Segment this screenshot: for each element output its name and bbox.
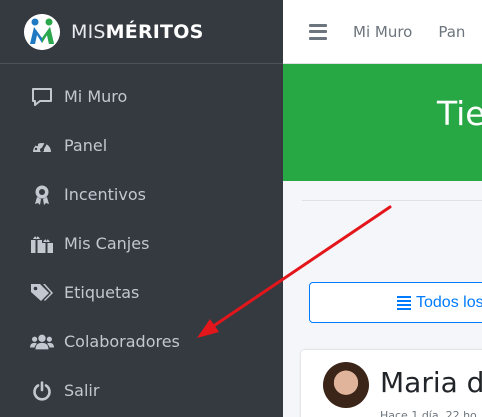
sidebar-item-incentivos[interactable]: Incentivos [0, 170, 283, 219]
banner-title: Tie [437, 94, 482, 133]
sidebar-item-colaboradores[interactable]: Colaboradores [0, 317, 283, 366]
sidebar-item-label: Mi Muro [64, 87, 128, 106]
content-divider [302, 200, 482, 201]
brand-link[interactable]: MISMÉRITOS [0, 0, 283, 64]
sidebar: MISMÉRITOS Mi Muro Panel Incentivos Mis … [0, 0, 283, 417]
tachometer-icon [30, 134, 54, 158]
sidebar-item-etiquetas[interactable]: Etiquetas [0, 268, 283, 317]
sidebar-item-label: Mis Canjes [64, 234, 150, 253]
users-icon [30, 330, 54, 354]
filter-all-label: Todos los [416, 293, 482, 311]
sidebar-item-label: Incentivos [64, 185, 146, 204]
sidebar-item-label: Panel [64, 136, 108, 155]
sidebar-item-salir[interactable]: Salir [0, 366, 283, 415]
topnav-link-panel[interactable]: Pan [438, 23, 465, 41]
brand-logo-icon [24, 13, 60, 50]
topnav-link-mi-muro[interactable]: Mi Muro [353, 23, 412, 41]
sidebar-item-label: Salir [64, 381, 100, 400]
list-icon [397, 295, 411, 310]
post-card: Maria de Hace 1 día, 22 ho [301, 350, 482, 417]
sidebar-item-mi-muro[interactable]: Mi Muro [0, 72, 283, 121]
filter-all-button[interactable]: Todos los [309, 282, 482, 323]
sidebar-item-label: Etiquetas [64, 283, 140, 302]
avatar[interactable] [323, 362, 369, 408]
welcome-banner: Tie [283, 64, 482, 181]
gifts-icon [30, 232, 54, 256]
sidebar-nav: Mi Muro Panel Incentivos Mis Canjes Etiq… [0, 64, 283, 415]
sidebar-item-label: Colaboradores [64, 332, 180, 351]
comment-icon [30, 85, 54, 109]
hamburger-menu-icon[interactable] [309, 23, 327, 40]
award-icon [30, 183, 54, 207]
power-icon [30, 379, 54, 403]
top-navbar: Mi Muro Pan [283, 0, 482, 64]
post-author[interactable]: Maria de [380, 366, 482, 399]
tags-icon [30, 281, 54, 305]
sidebar-item-mis-canjes[interactable]: Mis Canjes [0, 219, 283, 268]
sidebar-item-panel[interactable]: Panel [0, 121, 283, 170]
brand-name: MISMÉRITOS [71, 20, 204, 43]
post-timestamp: Hace 1 día, 22 ho [380, 409, 477, 417]
